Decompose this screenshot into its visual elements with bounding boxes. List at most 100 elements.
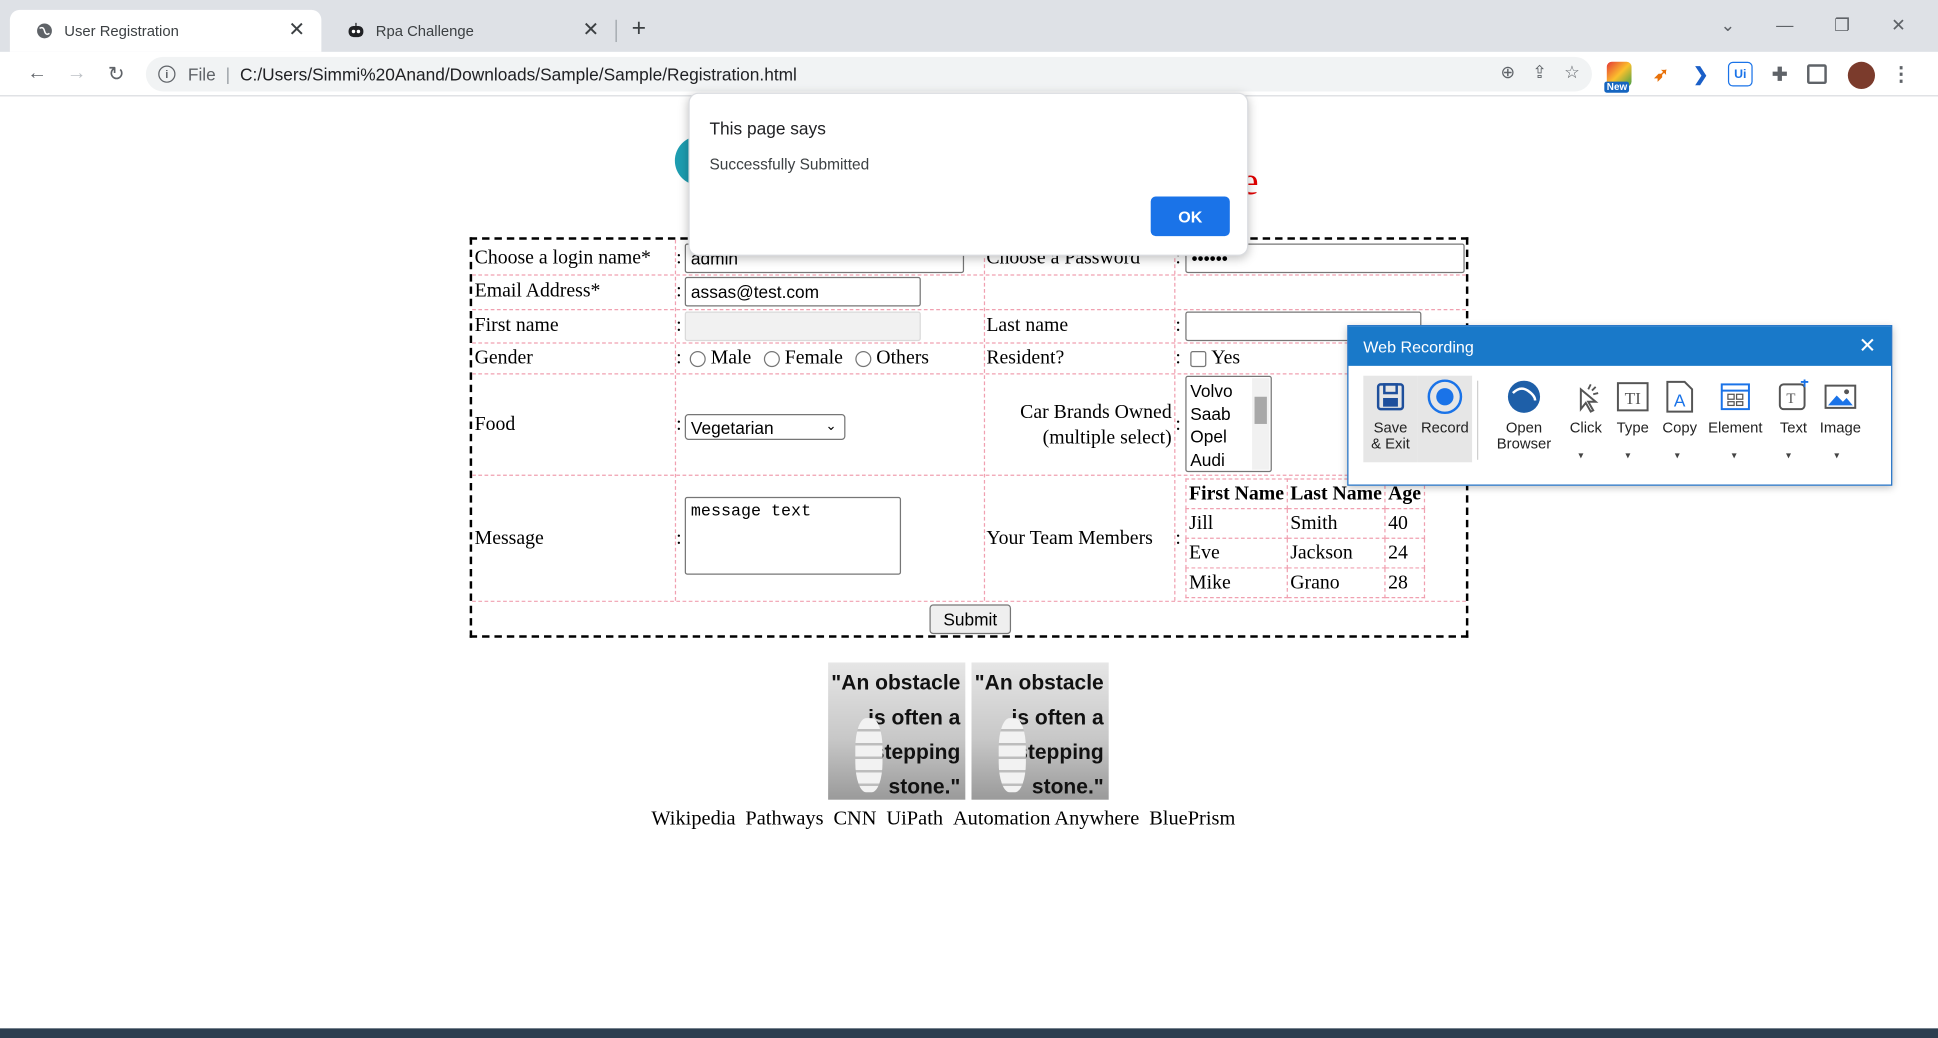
quote-image: "An obstacle is often a stepping stone." [971,662,1109,800]
link-automation-anywhere[interactable]: Automation Anywhere [953,806,1139,831]
click-dropdown-icon[interactable]: ▾ [1578,450,1583,461]
tab-label: Rpa Challenge [375,22,474,40]
link-wikipedia[interactable]: Wikipedia [651,806,735,831]
table-cell: 24 [1384,537,1425,569]
quote-image: "An obstacle is often a stepping stone." [828,662,966,800]
copy-dropdown-icon[interactable]: ▾ [1675,450,1680,461]
zoom-icon[interactable]: ⊕ [1500,62,1515,83]
reload-icon[interactable]: ↻ [104,62,129,87]
forward-icon[interactable]: → [64,62,89,87]
last-name-label: Last name [986,315,1069,337]
minimize-icon[interactable]: — [1776,15,1793,35]
close-window-icon[interactable]: ✕ [1891,15,1906,36]
element-dropdown-icon[interactable]: ▾ [1732,450,1737,461]
tool-label: Text [1779,419,1808,437]
rocket-icon[interactable]: ➶ [1649,62,1674,87]
link-uipath[interactable]: UiPath [886,806,943,831]
submit-button[interactable]: Submit [929,604,1012,635]
table-row: Jill Smith 40 [1185,507,1425,539]
copy-icon: A [1661,378,1698,415]
food-select[interactable]: Vegetarian ⌄ [684,414,846,441]
new-tab-icon[interactable]: + [632,16,646,41]
table-cell: Mike [1185,567,1288,599]
browser-toolbar: ← → ↻ i File | C:/Users/Simmi%20Anand/Do… [0,51,1938,97]
gender-label: Gender [474,347,533,369]
tool-label: Element [1708,419,1763,437]
side-panel-icon[interactable] [1807,64,1827,85]
extensions-icon[interactable]: ✚ [1767,62,1792,87]
bookmark-star-icon[interactable]: ☆ [1564,62,1580,83]
colon: : [676,247,682,269]
chevron-down-icon: ⌄ [825,419,837,434]
image-dropdown-icon[interactable]: ▾ [1834,450,1839,461]
tab-search-icon[interactable]: ⌄ [1721,15,1736,36]
power-automate-icon[interactable]: ❯ [1688,62,1713,87]
panel-header: Web Recording ✕ [1348,326,1892,366]
table-cell: 28 [1384,567,1425,599]
registration-form: Choose a login name* : admin Choose a Pa… [469,237,1469,638]
taskbar-edge [0,1028,1938,1038]
element-icon [1717,378,1754,415]
menu-icon[interactable]: ⋮ [1889,62,1914,87]
stacked-stones-graphic [855,718,883,793]
tab-user-registration[interactable]: User Registration ✕ [9,9,322,52]
save-exit-button[interactable]: Save & Exit [1363,375,1418,463]
team-table: First Name Last Name Age Jill Smith 40 E… [1185,478,1425,599]
click-icon [1567,378,1604,415]
close-icon[interactable]: ✕ [1859,334,1877,359]
text-dropdown-icon[interactable]: ▾ [1786,450,1791,461]
uipath-icon[interactable]: Ui [1727,61,1753,87]
first-name-input[interactable] [684,311,921,342]
stacked-stones-graphic [998,718,1026,793]
tab-rpa-challenge[interactable]: Rpa Challenge ✕ [321,10,615,52]
info-icon[interactable]: i [158,65,176,83]
avatar[interactable] [1847,61,1876,89]
gender-male-radio[interactable] [689,350,706,367]
gender-female-radio[interactable] [763,350,780,367]
close-tab-icon[interactable]: ✕ [284,19,309,44]
table-cell: Jill [1185,507,1288,539]
message-textarea[interactable]: message text [684,496,902,575]
new-badge: New [1604,81,1630,93]
restore-icon[interactable]: ❐ [1834,15,1850,36]
tool-label: Open Browser [1496,419,1552,453]
share-icon[interactable]: ⇪ [1532,62,1547,83]
colon: : [1175,347,1181,369]
url-text: C:/Users/Simmi%20Anand/Downloads/Sample/… [240,64,797,85]
tool-label: Type [1616,419,1649,437]
open-browser-button[interactable]: Open Browser [1492,376,1556,463]
footer-links: Wikipedia Pathways CNN UiPath Automation… [651,806,1235,831]
tool-label: Record [1420,419,1469,437]
gender-others-radio[interactable] [855,350,872,367]
tool-label: Click [1569,419,1602,437]
tab-label: User Registration [64,22,179,40]
address-bar[interactable]: i File | C:/Users/Simmi%20Anand/Download… [145,56,1592,92]
resident-checkbox[interactable] [1190,350,1207,367]
image-button[interactable]: Image [1813,376,1867,463]
back-icon[interactable]: ← [25,62,50,87]
record-icon [1426,378,1463,415]
close-tab-icon[interactable]: ✕ [578,19,603,44]
globe-icon [35,21,55,41]
login-name-label: Choose a login name* [474,247,651,269]
robot-icon [346,21,366,41]
gender-options: Male Female Others [685,345,929,372]
scrollbar-thumb[interactable] [1254,396,1267,424]
resident-label: Resident? [986,347,1065,369]
link-pathways[interactable]: Pathways [745,806,823,831]
car-brands-label-line1: Car Brands Owned [1020,401,1172,423]
type-icon: TI [1614,378,1651,415]
web-recording-panel: Web Recording ✕ Save & Exit Record Open … [1347,325,1893,486]
link-cnn[interactable]: CNN [833,806,876,831]
colon: : [1175,527,1181,549]
car-brands-listbox[interactable]: Volvo Saab Opel Audi [1185,375,1272,473]
food-selected-value: Vegetarian [690,417,774,437]
ok-button[interactable]: OK [1150,196,1230,237]
record-button[interactable]: Record [1417,375,1473,463]
gender-male-label: Male [710,347,752,369]
link-blueprism[interactable]: BluePrism [1149,806,1235,831]
type-dropdown-icon[interactable]: ▾ [1625,450,1630,461]
svg-text:TI: TI [1625,389,1642,408]
tool-label: Copy [1662,419,1698,437]
email-field[interactable]: assas@test.com [684,276,921,307]
